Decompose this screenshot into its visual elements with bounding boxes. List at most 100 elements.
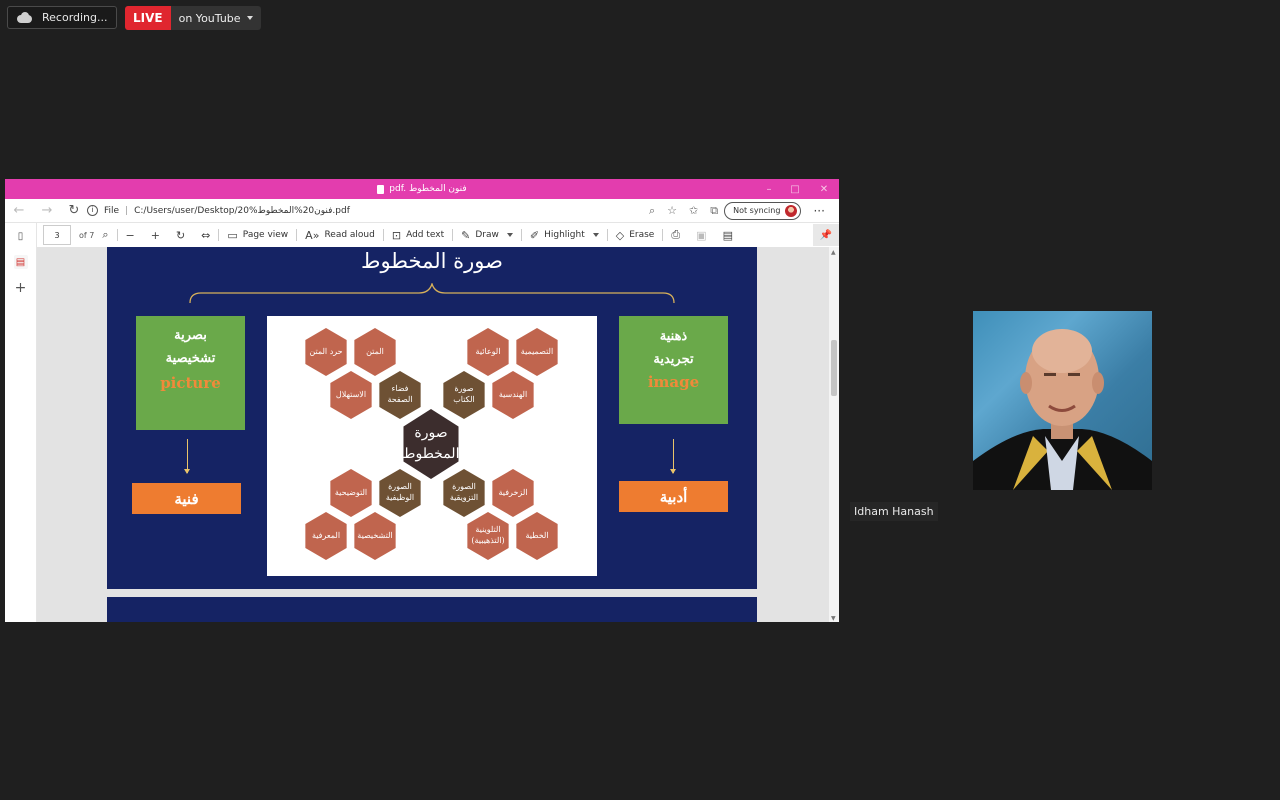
live-badge: LIVE bbox=[125, 6, 171, 30]
page-number-input[interactable]: 3 bbox=[43, 225, 71, 245]
address-bar-row: ← → ↻ i File | C:/Users/user/Desktop/فنو… bbox=[5, 199, 839, 223]
pdf-slide-page: صورة المخطوط بصرية تشخيصية picture ذهنية… bbox=[107, 247, 757, 589]
hex-functional-line2: الوظيفية bbox=[385, 493, 415, 502]
hex-center-manuscript-image: صورة المخطوط bbox=[402, 409, 460, 479]
read-aloud-label: Read aloud bbox=[324, 230, 375, 240]
hex-functional-line1: الصورة bbox=[388, 482, 412, 492]
save-as-icon: ▤ bbox=[722, 228, 733, 242]
more-options-icon[interactable]: ··· bbox=[813, 204, 824, 218]
left-box-line1: بصرية bbox=[174, 328, 207, 343]
pdf-sidebar: ▯ ▤ + bbox=[5, 223, 37, 622]
page-total: of 7 bbox=[79, 230, 95, 240]
address-actions: ⌕ ☆ bbox=[649, 204, 677, 218]
add-favorite-icon[interactable]: ☆ bbox=[667, 204, 677, 218]
hex-page-space: فضاء الصفحة bbox=[379, 371, 421, 419]
window-titlebar: pdf. فنون المخطوط – □ ✕ bbox=[5, 179, 839, 199]
hex-opening: الاستهلال bbox=[330, 371, 372, 419]
hex-ornamental-line1: الصورة bbox=[452, 482, 476, 492]
forward-arrow-icon[interactable]: → bbox=[33, 203, 61, 218]
save-as-button[interactable]: ▤ bbox=[715, 229, 741, 242]
live-destination-button[interactable]: on YouTube bbox=[170, 6, 261, 30]
live-stream-indicator[interactable]: LIVE on YouTube bbox=[125, 6, 261, 30]
minimize-button[interactable]: – bbox=[757, 179, 781, 199]
sync-label: Not syncing bbox=[733, 206, 781, 215]
fit-page-button[interactable]: ⇔ bbox=[193, 229, 218, 242]
down-arrow-left bbox=[184, 439, 190, 474]
hex-illustrative: التوضيحية bbox=[330, 469, 372, 517]
hex-ornamental-image: الصورة التزويقية bbox=[443, 469, 485, 517]
add-icon[interactable]: + bbox=[14, 280, 28, 296]
rotate-icon: ↻ bbox=[175, 228, 186, 242]
hex-figurative: التشخيصية bbox=[354, 512, 396, 560]
print-button[interactable]: ⎙ bbox=[663, 228, 688, 242]
recording-indicator[interactable]: Recording... bbox=[7, 6, 117, 29]
plus-icon: + bbox=[150, 228, 160, 242]
zoom-out-button[interactable]: − bbox=[118, 229, 143, 242]
reload-icon[interactable]: ↻ bbox=[61, 203, 87, 218]
pin-toolbar-button[interactable]: 📌 bbox=[813, 224, 839, 246]
participant-portrait bbox=[973, 329, 1152, 490]
pin-icon: 📌 bbox=[819, 229, 833, 241]
page-view-button[interactable]: ▭ Page view bbox=[219, 229, 296, 242]
hexagon-diagram: حرد المتن المتن الاستهلال فضاء الصفحة الو… bbox=[267, 316, 597, 576]
hex-page-space-line1: فضاء bbox=[391, 384, 409, 394]
chevron-down-icon bbox=[246, 16, 253, 20]
profile-avatar bbox=[785, 204, 798, 217]
chevron-down-icon[interactable] bbox=[506, 233, 513, 237]
info-icon[interactable]: i bbox=[87, 205, 98, 216]
hex-book-image: صورة الكتاب bbox=[443, 371, 485, 419]
erase-button[interactable]: ◇ Erase bbox=[608, 229, 663, 242]
pdf-document-icon[interactable]: ▤ bbox=[13, 255, 28, 269]
file-scheme-label: File bbox=[104, 205, 120, 216]
scroll-up-icon[interactable]: ▲ bbox=[831, 249, 836, 256]
zoom-in-button[interactable]: + bbox=[143, 229, 168, 242]
participant-name-label: Idham Hanash bbox=[850, 502, 938, 521]
participant-video[interactable] bbox=[973, 311, 1152, 490]
literary-result-box: أدبية bbox=[619, 481, 728, 512]
left-box-line2: تشخيصية bbox=[165, 351, 216, 366]
hex-container: الوعائية bbox=[467, 328, 509, 376]
center-line2: المخطوط bbox=[402, 446, 460, 462]
read-aloud-button[interactable]: A» Read aloud bbox=[297, 229, 383, 242]
url-separator: | bbox=[125, 205, 129, 216]
url-field[interactable]: i File | C:/Users/user/Desktop/فنون20%ال… bbox=[87, 201, 649, 220]
hex-text: المتن bbox=[354, 328, 396, 376]
save-icon: ▣ bbox=[696, 228, 707, 242]
hex-ornamental-line2: التزويقية bbox=[449, 493, 479, 502]
pdf-page-viewport[interactable]: صورة المخطوط بصرية تشخيصية picture ذهنية… bbox=[37, 247, 829, 622]
hex-calligraphic: الخطية bbox=[516, 512, 558, 560]
cloud-record-icon bbox=[17, 12, 32, 23]
mental-type-box: ذهنية تجريدية image bbox=[619, 316, 728, 424]
hex-colophon: حرد المتن bbox=[305, 328, 347, 376]
rotate-button[interactable]: ↻ bbox=[168, 229, 193, 242]
live-destination-label: on YouTube bbox=[178, 11, 241, 25]
page-view-label: Page view bbox=[242, 230, 289, 240]
scrollbar-thumb[interactable] bbox=[831, 340, 837, 396]
back-arrow-icon[interactable]: ← bbox=[5, 203, 33, 218]
favorites-icon[interactable]: ✩ bbox=[689, 204, 698, 217]
maximize-button[interactable]: □ bbox=[783, 179, 807, 199]
page-thumbnails-icon[interactable]: ▯ bbox=[14, 229, 28, 243]
eraser-icon: ◇ bbox=[615, 228, 625, 242]
draw-button[interactable]: ✎ Draw bbox=[453, 229, 507, 242]
close-button[interactable]: ✕ bbox=[812, 179, 836, 199]
add-text-label: Add text bbox=[406, 230, 445, 240]
window-title: pdf. فنون المخطوط bbox=[389, 184, 467, 194]
search-button[interactable]: ⌕ bbox=[94, 228, 116, 242]
curly-brace-decoration bbox=[189, 283, 675, 304]
scroll-down-icon[interactable]: ▼ bbox=[831, 615, 836, 622]
add-text-button[interactable]: ⊡ Add text bbox=[384, 229, 452, 242]
draw-label: Draw bbox=[475, 230, 499, 240]
vertical-scrollbar[interactable]: ▲ ▼ bbox=[829, 247, 839, 622]
print-icon: ⎙ bbox=[671, 228, 681, 241]
highlight-button[interactable]: ✐ Highlight bbox=[522, 229, 593, 242]
minus-icon: − bbox=[125, 228, 135, 242]
save-button[interactable]: ▣ bbox=[688, 229, 714, 242]
collections-icon[interactable]: ⧉ bbox=[710, 204, 718, 218]
zoom-icon[interactable]: ⌕ bbox=[649, 204, 655, 218]
sync-profile-button[interactable]: Not syncing bbox=[724, 201, 802, 220]
url-text: C:/Users/user/Desktop/فنون20%المخطوط%20.… bbox=[134, 205, 350, 216]
fit-width-icon: ⇔ bbox=[201, 228, 211, 242]
chevron-down-icon[interactable] bbox=[592, 233, 599, 237]
hex-coloring-line1: التلوينية bbox=[475, 525, 501, 535]
